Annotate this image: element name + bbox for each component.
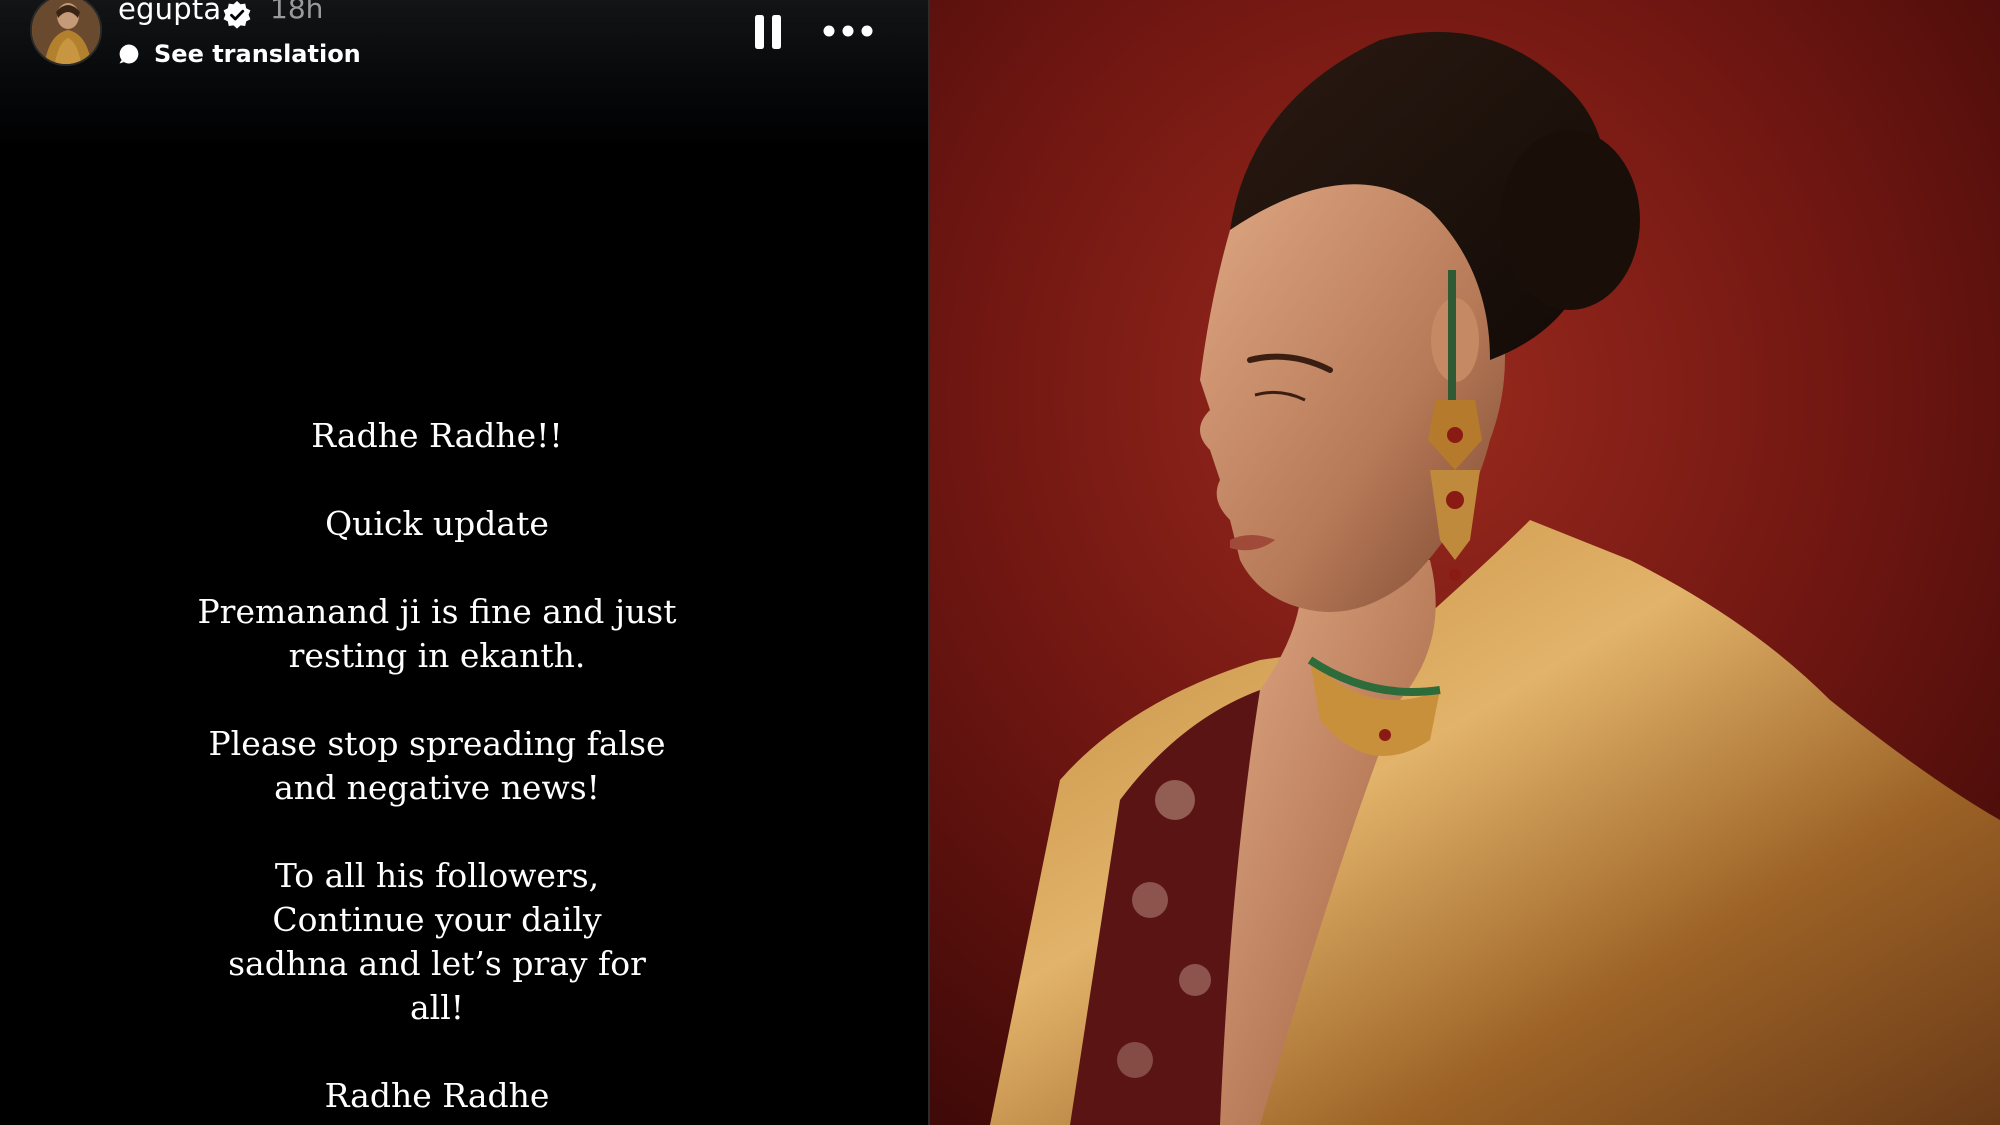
story-line-request: Please stop spreading false and negative… [208, 724, 666, 807]
profile-avatar[interactable] [30, 0, 102, 66]
see-translation-label: See translation [154, 40, 361, 68]
username[interactable]: egupta [118, 0, 221, 26]
story-line-status: Premanand ji is fine and just resting in… [197, 592, 677, 675]
more-options-icon[interactable] [822, 18, 874, 44]
story-line-closing: Radhe Radhe [324, 1076, 550, 1115]
portrait-photo [930, 0, 2000, 1125]
story-message: Radhe Radhe!! Quick update Premanand ji … [137, 414, 737, 1118]
story-line-greeting: Radhe Radhe!! [311, 416, 563, 455]
see-translation-button[interactable]: See translation [118, 38, 361, 70]
verified-badge-icon [223, 1, 251, 29]
story-header: egupta 18h See translation [0, 0, 928, 80]
avatar-image [32, 0, 100, 64]
story-panel[interactable]: egupta 18h See translation Radhe Radhe!!… [0, 0, 928, 1125]
post-timestamp: 18h [270, 0, 324, 25]
pause-icon[interactable] [752, 12, 784, 52]
translate-icon [119, 44, 139, 64]
portrait-illustration [930, 0, 2000, 1125]
story-line-update: Quick update [325, 504, 549, 543]
story-line-followers: To all his followers, Continue your dail… [228, 856, 646, 1027]
story-screen: egupta 18h See translation Radhe Radhe!!… [0, 0, 2000, 1125]
